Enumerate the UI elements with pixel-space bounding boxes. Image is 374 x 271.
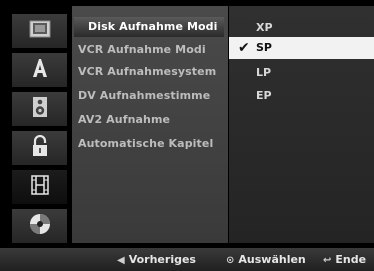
option-label: EP [256,89,272,102]
letter-a-icon [30,58,50,82]
setup-menu-screen: Disk Aufnahme Modi VCR Aufnahme Modi VCR… [0,0,374,271]
hint-select: ⊙ Auswählen [226,248,306,271]
category-sidebar [12,14,67,244]
option-sp[interactable]: ✔ SP [229,37,374,59]
sidebar-item-disc-settings[interactable] [12,209,67,243]
padlock-icon [31,134,49,161]
navigation-hint-bar: ◀ Vorheriges ⊙ Auswählen ↩ Ende [0,248,374,271]
menu-item-disk-record-mode[interactable]: Disk Aufnahme Modi [74,17,224,37]
return-icon: ↩ [323,255,332,266]
option-label: XP [256,21,273,34]
sidebar-item-recording[interactable] [12,170,67,204]
sidebar-item-disc[interactable] [12,14,67,48]
sidebar-item-language[interactable] [12,53,67,87]
hint-select-label: Auswählen [238,253,306,266]
sidebar-item-audio[interactable] [12,92,67,126]
option-lp[interactable]: LP [229,62,374,84]
checkmark-icon: ✔ [238,40,250,56]
hint-end-label: Ende [335,253,367,266]
option-label: SP [256,41,272,54]
disc-tray-icon [29,20,51,42]
menu-item-auto-chapter[interactable]: Automatische Kapitel [78,134,213,154]
sidebar-item-lock[interactable] [12,131,67,165]
hint-previous: ◀ Vorheriges [117,248,196,271]
speaker-icon [32,96,48,122]
option-ep[interactable]: EP [229,85,374,107]
record-mode-options: XP ✔ SP LP EP [229,6,374,243]
hint-end: ↩ Ende [323,248,366,271]
option-xp[interactable]: XP [229,17,374,39]
menu-item-vcr-record-mode[interactable]: VCR Aufnahme Modi [78,40,206,60]
menu-item-vcr-record-system[interactable]: VCR Aufnahmesystem [78,62,216,82]
menu-item-av2-record[interactable]: AV2 Aufnahme [78,110,170,130]
menu-item-dv-record-audio[interactable]: DV Aufnahmestimme [78,86,210,106]
enter-button-icon: ⊙ [226,255,235,266]
disc-icon [29,213,51,239]
option-label: LP [256,66,272,79]
recording-settings-menu: Disk Aufnahme Modi VCR Aufnahme Modi VCR… [72,6,228,243]
film-icon [30,175,49,199]
hint-previous-label: Vorheriges [128,253,196,266]
left-arrow-icon: ◀ [117,255,125,266]
